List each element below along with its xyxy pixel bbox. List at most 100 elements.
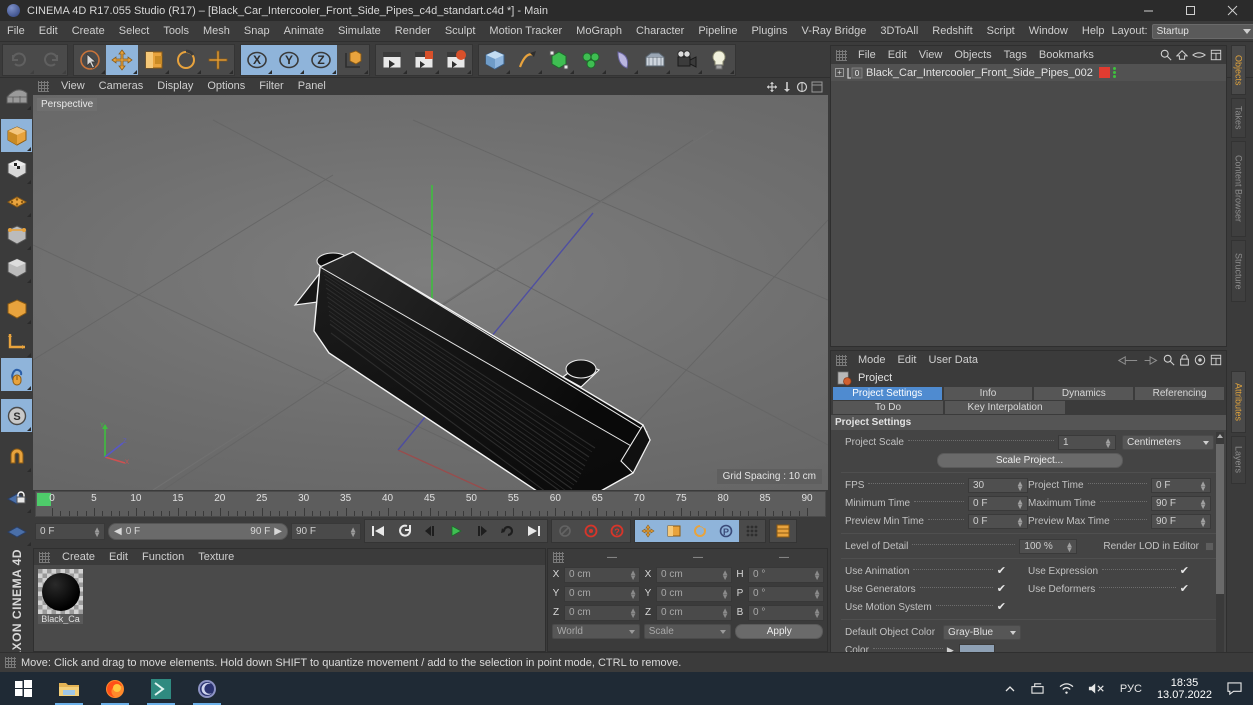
- goto-next-frame-button[interactable]: [469, 520, 495, 542]
- object-menu-view[interactable]: View: [913, 49, 949, 61]
- menu-item-edit[interactable]: Edit: [32, 21, 65, 42]
- spinner-icon[interactable]: ▲ ▼: [813, 606, 821, 619]
- live-selection-tool[interactable]: [74, 44, 106, 75]
- position-field[interactable]: 0 cm ▲ ▼: [564, 585, 640, 602]
- viewport-menu-display[interactable]: Display: [150, 78, 200, 95]
- material-menu-function[interactable]: Function: [135, 549, 191, 566]
- maximize-button[interactable]: [1169, 0, 1211, 21]
- maximum-time-field[interactable]: 90 F ▲ ▼: [1151, 495, 1211, 511]
- apply-button[interactable]: Apply: [735, 623, 823, 639]
- menu-item-render[interactable]: Render: [388, 21, 438, 42]
- viewport-menu-cameras[interactable]: Cameras: [92, 78, 151, 95]
- tab-referencing[interactable]: Referencing: [1135, 387, 1224, 400]
- rotate-view-icon[interactable]: [796, 81, 808, 93]
- spinner-icon[interactable]: ▲ ▼: [1199, 497, 1207, 510]
- menu-item-redshift[interactable]: Redshift: [925, 21, 979, 42]
- default-object-color-select[interactable]: Gray-Blue: [943, 624, 1022, 640]
- vertical-tab-content-browser[interactable]: Content Browser: [1231, 141, 1246, 237]
- project-time-field[interactable]: 0 F ▲ ▼: [1151, 477, 1211, 493]
- tab-info[interactable]: Info: [943, 387, 1033, 400]
- menu-item-select[interactable]: Select: [112, 21, 157, 42]
- target-icon[interactable]: [1194, 354, 1206, 366]
- scale-project-button[interactable]: Scale Project...: [936, 452, 1123, 468]
- use-deformers-checkbox[interactable]: ✔: [1180, 584, 1189, 595]
- layout-select[interactable]: Startup: [1151, 23, 1253, 39]
- spinner-icon[interactable]: ▲ ▼: [629, 606, 637, 619]
- scroll-up-icon[interactable]: [1217, 434, 1223, 438]
- add-cube-button[interactable]: [479, 44, 511, 75]
- edges-mode-button[interactable]: [1, 218, 32, 251]
- spinner-icon[interactable]: ▲ ▼: [1065, 540, 1073, 553]
- spinner-icon[interactable]: ▲ ▼: [1016, 497, 1024, 510]
- panel-grip-icon[interactable]: [39, 551, 50, 563]
- vertical-tab-layers[interactable]: Layers: [1231, 436, 1246, 484]
- scale-tool[interactable]: [138, 44, 170, 75]
- rotation-field[interactable]: 0 ° ▲ ▼: [748, 585, 824, 602]
- object-menu-file[interactable]: File: [852, 49, 882, 61]
- clock[interactable]: 18:35 13.07.2022: [1149, 677, 1220, 701]
- size-field[interactable]: 0 cm ▲ ▼: [656, 585, 732, 602]
- loop-button[interactable]: [495, 520, 521, 542]
- close-button[interactable]: [1211, 0, 1253, 21]
- polygons-mode-button[interactable]: [1, 251, 32, 284]
- render-lod-checkbox[interactable]: [1205, 541, 1214, 551]
- coordinate-mode-select[interactable]: Scale: [643, 623, 732, 639]
- make-preview-button[interactable]: ?: [604, 520, 630, 542]
- minimize-button[interactable]: [1127, 0, 1169, 21]
- viewport-solo-button[interactable]: [1, 358, 32, 391]
- project-scale-field[interactable]: 1 ▲ ▼: [1058, 434, 1116, 450]
- preview-range-bar[interactable]: ◀ 0 F 90 F ▶: [108, 522, 288, 540]
- attribute-menu-mode[interactable]: Mode: [852, 354, 892, 366]
- menu-item-window[interactable]: Window: [1022, 21, 1075, 42]
- material-menu-edit[interactable]: Edit: [102, 549, 135, 566]
- visibility-dots-icon[interactable]: [1113, 67, 1116, 78]
- spinner-icon[interactable]: ▲ ▼: [1016, 479, 1024, 492]
- viewport-menu-view[interactable]: View: [54, 78, 92, 95]
- material-menu-create[interactable]: Create: [55, 549, 102, 566]
- menu-item-v-ray-bridge[interactable]: V-Ray Bridge: [795, 21, 874, 42]
- menu-item-pipeline[interactable]: Pipeline: [691, 21, 744, 42]
- material-list[interactable]: Black_Ca: [34, 565, 545, 651]
- tab-key-interpolation[interactable]: Key Interpolation: [945, 401, 1065, 414]
- add-light-button[interactable]: [703, 44, 735, 75]
- coordinate-space-select[interactable]: World: [552, 623, 640, 639]
- lock-workplane-button[interactable]: [1, 481, 32, 514]
- object-menu-bookmarks[interactable]: Bookmarks: [1033, 49, 1100, 61]
- material-menu-texture[interactable]: Texture: [191, 549, 241, 566]
- cinema4d-taskbar-button[interactable]: [184, 672, 230, 705]
- render-region-button[interactable]: [408, 44, 440, 75]
- object-menu-edit[interactable]: Edit: [882, 49, 913, 61]
- app-button[interactable]: [138, 672, 184, 705]
- add-environment-button[interactable]: [639, 44, 671, 75]
- spinner-icon[interactable]: ▲ ▼: [629, 587, 637, 600]
- z-axis-lock-button[interactable]: Z: [305, 44, 337, 75]
- range-left-arrow-icon[interactable]: ◀: [114, 526, 122, 537]
- goto-previous-frame-button[interactable]: [417, 520, 443, 542]
- start-button[interactable]: [0, 672, 46, 705]
- spinner-icon[interactable]: ▲ ▼: [721, 568, 729, 581]
- lock-icon[interactable]: [1179, 354, 1190, 366]
- expand-toggle-icon[interactable]: +: [835, 68, 844, 77]
- spinner-icon[interactable]: ▲ ▼: [629, 568, 637, 581]
- viewport-menu-panel[interactable]: Panel: [291, 78, 333, 95]
- fit-icon[interactable]: [1210, 354, 1222, 366]
- world-object-coordinates-button[interactable]: [337, 44, 369, 75]
- menu-item-create[interactable]: Create: [65, 21, 112, 42]
- spinner-icon[interactable]: ▲ ▼: [813, 568, 821, 581]
- zoom-view-icon[interactable]: [781, 81, 793, 93]
- search-icon[interactable]: [1160, 49, 1172, 61]
- fit-icon[interactable]: [1210, 49, 1222, 61]
- show-timeline-button[interactable]: [770, 520, 796, 542]
- goto-end-button[interactable]: [521, 520, 547, 542]
- rotate-tool[interactable]: [170, 44, 202, 75]
- show-hidden-icons-button[interactable]: [997, 683, 1023, 695]
- lod-field[interactable]: 100 % ▲ ▼: [1019, 538, 1078, 554]
- spinner-icon[interactable]: ▲ ▼: [1199, 479, 1207, 492]
- object-axis-mode-button[interactable]: [1, 292, 32, 325]
- use-motion-system-checkbox[interactable]: ✔: [997, 602, 1006, 613]
- menu-item-3dtoall[interactable]: 3DToAll: [873, 21, 925, 42]
- home-icon[interactable]: [1176, 49, 1188, 61]
- object-menu-objects[interactable]: Objects: [948, 49, 997, 61]
- points-mode-button[interactable]: [1, 185, 32, 218]
- tab-project-settings[interactable]: Project Settings: [833, 387, 942, 400]
